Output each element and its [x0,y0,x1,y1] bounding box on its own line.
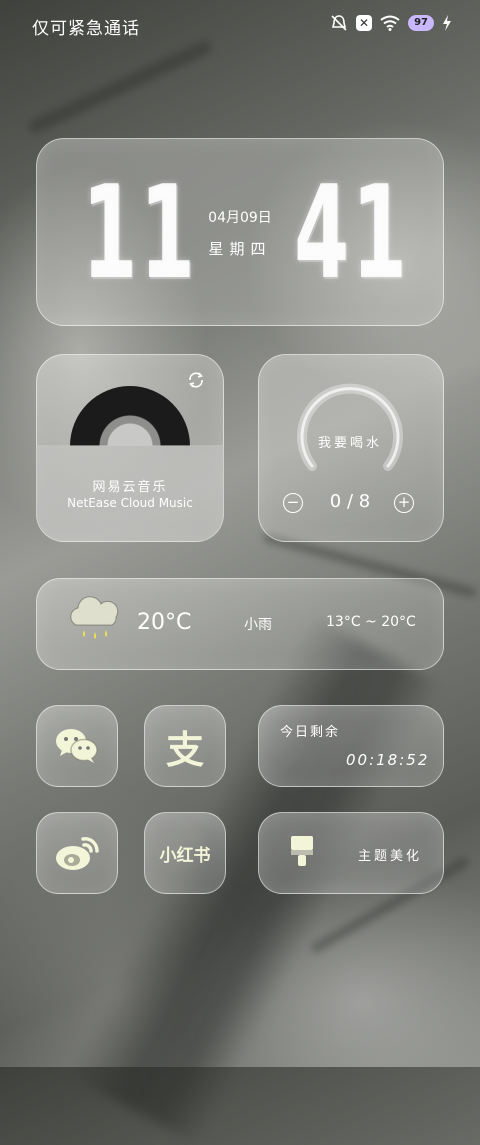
xiaohongshu-logo: 小红书 [159,845,211,866]
water-count: 0 / 8 [329,491,371,512]
bell-muted-icon [331,15,347,31]
weather-condition: 小雨 [244,617,272,633]
music-app-title: 网易云音乐 [92,480,168,495]
music-app-subtitle: NetEase Cloud Music [67,496,193,510]
clock-date: 04月09日 [208,210,272,226]
water-plus-button[interactable]: + [394,493,414,513]
wallpaper-branch [26,38,214,136]
clock-minute: 41 [294,159,410,308]
clock-hour: 11 [82,159,198,308]
water-minus-button[interactable]: − [283,493,303,513]
water-widget-label: 我要喝水 [317,436,382,451]
alipay-icon: 支 [165,727,204,772]
countdown-time: 00:18:52 [346,751,430,769]
clock-weekday: 星期四 [208,240,272,258]
weibo-icon [56,837,99,870]
charging-bolt-icon [443,15,451,31]
battery-icon: 97 [408,15,434,31]
status-icons: ✕ 97 [330,14,452,32]
theme-label: 主题美化 [358,849,423,864]
alipay-app-icon[interactable]: 支 [144,705,226,787]
countdown-widget[interactable] [258,705,444,787]
status-bar: 仅可紧急通话 ✕ 97 [0,0,480,50]
weather-range: 13°C ~ 20°C [326,614,416,630]
xiaohongshu-app-icon[interactable]: 小红书 [144,812,226,894]
wechat-app-icon[interactable] [36,705,118,787]
paint-brush-icon [291,836,313,866]
countdown-label: 今日剩余 [280,725,341,740]
wifi-icon [380,15,400,31]
carrier-status-text: 仅可紧急通话 [32,19,140,39]
rain-cloud-icon [70,596,119,639]
weibo-app-icon[interactable] [36,812,118,894]
close-box-icon: ✕ [356,15,373,31]
sync-icon[interactable] [186,370,206,390]
wechat-icon [56,729,98,763]
weather-temperature: 20°C [137,610,192,635]
